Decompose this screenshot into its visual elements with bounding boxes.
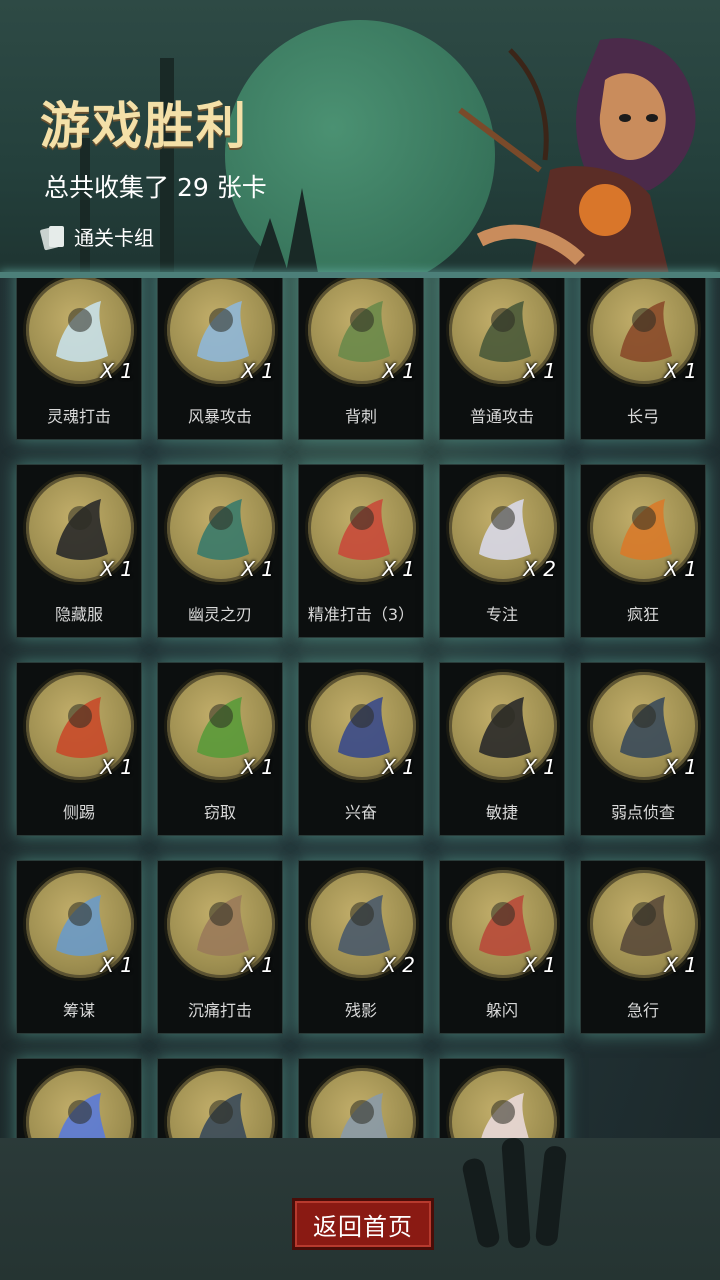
collected-summary: 总共收集了 29 张卡 (44, 173, 267, 202)
card-count: X 1 (382, 557, 415, 581)
cards-icon (39, 224, 66, 251)
card-name: 长弓 (626, 407, 659, 426)
card-tile[interactable]: X 1 风暴攻击 (157, 278, 283, 440)
tree-decoration (80, 138, 90, 278)
card-count: X 1 (241, 359, 274, 383)
card-count: X 1 (100, 953, 133, 977)
card-count: X 1 (382, 755, 415, 779)
card-tile[interactable]: X 1 普通攻击 (439, 278, 565, 440)
back-to-home-button[interactable]: 返回首页 (292, 1198, 434, 1250)
card-tile[interactable]: X 2 专注 (439, 464, 565, 638)
card-name: 沉痛打击 (187, 1001, 252, 1020)
card-tile[interactable]: X 1 沉痛打击 (157, 860, 283, 1034)
card-name: 弱点侦查 (610, 803, 675, 822)
card-tile[interactable]: X 1 疯狂 (580, 464, 706, 638)
victory-header: 游戏胜利 总共收集了 29 张卡 通关卡组 (0, 0, 720, 278)
card-count: X 1 (523, 755, 556, 779)
card-tile[interactable]: X 3 (16, 1058, 142, 1138)
card-tile[interactable]: X 1 筹谋 (16, 860, 142, 1034)
card-name: 灵魂打击 (46, 407, 111, 426)
card-name: 专注 (485, 605, 518, 624)
hooded-archer-portrait (458, 38, 696, 278)
card-count: X 1 (664, 557, 697, 581)
card-count: X 1 (100, 359, 133, 383)
card-name: 敏捷 (485, 803, 518, 822)
card-tile[interactable]: X 2 残影 (298, 860, 424, 1034)
card-grid: X 1 灵魂打击 X 1 风暴攻击 X 1 背刺 X 1 普通攻击 X 1 长弓 X 1 隐藏服 X 1… (0, 278, 720, 1138)
card-name: 躲闪 (485, 1001, 518, 1020)
card-art (305, 1065, 419, 1138)
card-tile[interactable]: X 1 弱点侦查 (580, 662, 706, 836)
card-name: 精准打击（3） (307, 605, 415, 624)
deck-tab-label: 通关卡组 (74, 226, 154, 250)
card-count: X 1 (241, 953, 274, 977)
card-tile[interactable]: X 1 隐藏服 (16, 464, 142, 638)
card-art (23, 1065, 137, 1138)
card-tile[interactable]: X 1 精准打击（3） (298, 464, 424, 638)
card-count: X 1 (382, 359, 415, 383)
card-art (164, 1065, 278, 1138)
card-tile[interactable]: X 1 窃取 (157, 662, 283, 836)
card-count: X 1 (523, 359, 556, 383)
card-tile[interactable]: X 1 幽灵之刃 (157, 464, 283, 638)
card-tile[interactable]: X 1 灵魂打击 (16, 278, 142, 440)
card-tile[interactable]: X 1 侧踢 (16, 662, 142, 836)
card-tile[interactable]: X 2 (439, 1058, 565, 1138)
gear-shield-icon (199, 1093, 247, 1138)
card-art (446, 1065, 560, 1138)
card-count: X 1 (523, 953, 556, 977)
troll-face-icon (58, 1093, 106, 1138)
card-name: 残影 (344, 1001, 377, 1020)
card-name: 风暴攻击 (187, 407, 252, 426)
card-count: X 1 (100, 557, 133, 581)
card-count: X 2 (382, 953, 415, 977)
card-count: X 1 (100, 755, 133, 779)
deck-tab[interactable]: 通关卡组 (39, 222, 154, 251)
shadow-hand-decoration (460, 1156, 502, 1250)
card-count: X 2 (523, 557, 556, 581)
card-tile[interactable]: X 1 敏捷 (439, 662, 565, 836)
card-tile[interactable]: X 1 急行 (580, 860, 706, 1034)
card-tile[interactable]: X 1 背刺 (298, 278, 424, 440)
card-name: 背刺 (344, 407, 377, 426)
card-count: X 1 (664, 755, 697, 779)
card-name: 普通攻击 (469, 407, 534, 426)
card-name: 急行 (626, 1001, 659, 1020)
card-name: 幽灵之刃 (187, 605, 252, 624)
clown-icon (481, 1093, 529, 1138)
card-name: 疯狂 (626, 605, 659, 624)
card-name: 筹谋 (62, 1001, 95, 1020)
shadow-hand-decoration (534, 1145, 568, 1247)
card-name: 兴奋 (344, 803, 377, 822)
card-name: 窃取 (203, 803, 236, 822)
card-count: X 1 (664, 359, 697, 383)
card-name: 隐藏服 (54, 605, 103, 624)
card-tile[interactable]: X 1 长弓 (580, 278, 706, 440)
shadow-hand-decoration (501, 1137, 531, 1249)
card-count: X 1 (664, 953, 697, 977)
victory-title: 游戏胜利 (40, 97, 248, 155)
card-count: X 1 (241, 755, 274, 779)
card-count: X 1 (241, 557, 274, 581)
card-name: 侧踢 (62, 803, 95, 822)
card-tile[interactable]: X 1 躲闪 (439, 860, 565, 1034)
card-tile[interactable]: X 1 (157, 1058, 283, 1138)
stone-fist-icon (340, 1093, 388, 1138)
card-tile[interactable]: X 1 (298, 1058, 424, 1138)
card-tile[interactable]: X 1 兴奋 (298, 662, 424, 836)
